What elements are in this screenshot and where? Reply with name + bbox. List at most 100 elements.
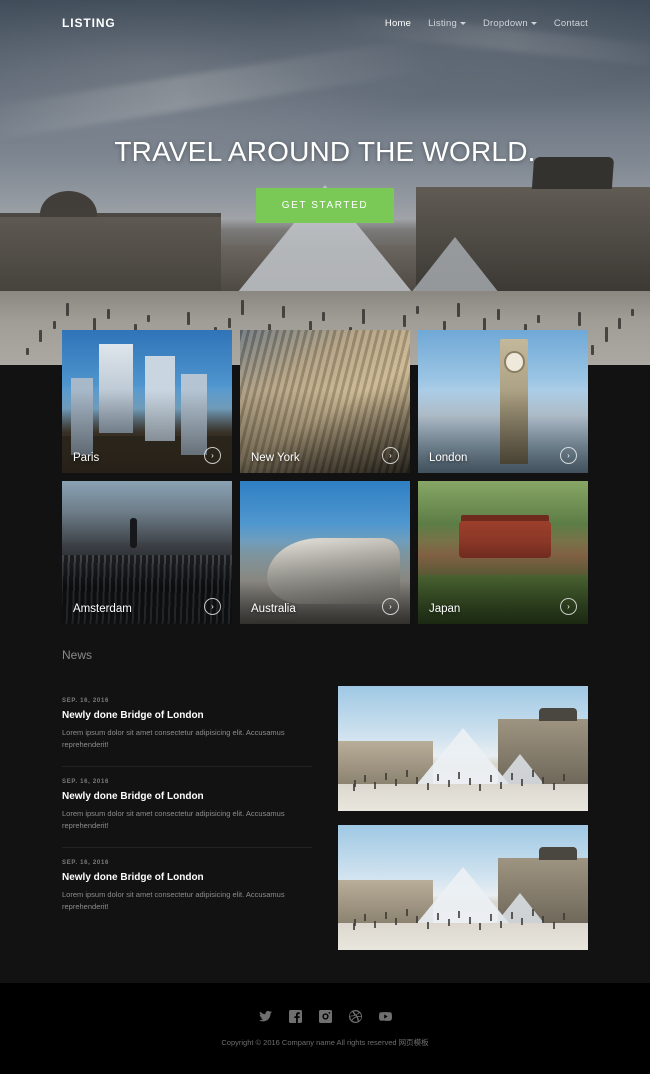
nav-link-home[interactable]: Home: [385, 18, 411, 29]
crowd-figure: [353, 919, 356, 927]
top-navigation: LISTING Home Listing Dropdown Contact: [0, 0, 650, 46]
copyright-text: Copyright © 2016 Company name All rights…: [221, 1037, 429, 1047]
crowd-figure: [521, 918, 523, 925]
news-heading: News: [62, 648, 93, 662]
crowd-figure: [437, 774, 439, 781]
crowd-figure: [374, 781, 376, 789]
arrow-right-icon[interactable]: ›: [204, 447, 221, 464]
hero-title: TRAVEL AROUND THE WORLD.: [114, 136, 536, 167]
crowd-figure: [542, 915, 544, 923]
crowd-figure: [384, 772, 387, 780]
news-item[interactable]: SEP. 16, 2016 Newly done Bridge of London…: [62, 848, 312, 928]
news-excerpt: Lorem ipsum dolor sit amet consectetur a…: [62, 728, 285, 750]
crowd-figure: [353, 780, 356, 788]
crowd-figure: [563, 774, 565, 781]
destination-card[interactable]: Amsterdam ›: [62, 481, 232, 624]
arrow-right-icon[interactable]: ›: [382, 598, 399, 615]
destination-card[interactable]: Japan ›: [418, 481, 588, 624]
crowd-figure: [395, 918, 397, 925]
chevron-down-icon: [530, 22, 537, 25]
news-images: [338, 686, 588, 950]
crowd-figure: [447, 780, 450, 788]
news-item[interactable]: SEP. 16, 2016 Newly done Bridge of London…: [62, 767, 312, 848]
crowd-figure: [374, 920, 376, 928]
crowd-figure: [521, 779, 523, 786]
twitter-icon[interactable]: [258, 1010, 272, 1023]
news-excerpt: Lorem ipsum dolor sit amet consectetur a…: [62, 889, 285, 911]
news-title[interactable]: Newly done Bridge of London: [62, 710, 312, 721]
crowd-figure: [405, 909, 408, 917]
crowd-figure: [531, 909, 534, 917]
chevron-down-icon: [459, 22, 466, 25]
hero-content: TRAVEL AROUND THE WORLD. GET STARTED: [0, 136, 650, 223]
news-excerpt: Lorem ipsum dolor sit amet consectetur a…: [62, 808, 285, 831]
site-footer: Copyright © 2016 Company name All rights…: [0, 983, 650, 1074]
louvre-small-pyramid: [495, 892, 544, 923]
nav-link-label: Contact: [553, 17, 588, 29]
crowd-figure: [510, 911, 513, 919]
news-item[interactable]: SEP. 16, 2016 Newly done Bridge of London…: [62, 686, 312, 767]
destination-gallery: Paris › New York › London › Amsterdam › Australi…: [0, 330, 650, 624]
destination-label: Australia: [251, 603, 296, 615]
crowd-figure: [479, 784, 481, 791]
crowd-figure: [542, 776, 544, 784]
crowd-figure: [384, 911, 387, 919]
nav-link-listing[interactable]: Listing: [428, 18, 466, 29]
crowd-figure: [447, 919, 450, 927]
news-title[interactable]: Newly done Bridge of London: [62, 872, 312, 883]
destination-label: Paris: [73, 452, 100, 464]
news-title[interactable]: Newly done Bridge of London: [62, 791, 312, 802]
destination-card[interactable]: Paris ›: [62, 330, 232, 473]
destination-label: Amsterdam: [73, 603, 132, 615]
news-section: News SEP. 16, 2016 Newly done Bridge of L…: [0, 648, 650, 950]
nav-link-label: Listing: [428, 17, 457, 29]
arrow-right-icon[interactable]: ›: [560, 447, 577, 464]
crowd-figure: [489, 914, 492, 922]
crowd-figure: [426, 921, 429, 929]
news-date: SEP. 16, 2016: [62, 778, 110, 785]
destination-label: Japan: [429, 603, 461, 615]
nav-link-contact[interactable]: Contact: [554, 18, 588, 29]
crowd-figure: [500, 781, 502, 789]
crowd-figure: [552, 782, 555, 790]
arrow-right-icon[interactable]: ›: [204, 598, 221, 615]
news-date: SEP. 16, 2016: [62, 859, 110, 866]
site-logo[interactable]: LISTING: [62, 16, 116, 30]
crowd-figure: [363, 775, 366, 783]
gallery-grid: Paris › New York › London › Amsterdam › Australi…: [62, 330, 588, 624]
nav-link-label: Dropdown: [482, 17, 528, 29]
louvre-small-pyramid: [495, 753, 544, 784]
destination-label: London: [429, 452, 468, 464]
destination-card[interactable]: New York ›: [240, 330, 410, 473]
louvre-photo: [338, 825, 588, 950]
social-links: [258, 1009, 392, 1023]
get-started-button[interactable]: GET STARTED: [255, 188, 395, 223]
crowd-figure: [416, 776, 418, 784]
nav-link-dropdown[interactable]: Dropdown: [483, 18, 537, 29]
news-list: SEP. 16, 2016 Newly done Bridge of London…: [62, 686, 312, 950]
arrow-right-icon[interactable]: ›: [382, 447, 399, 464]
destination-card[interactable]: Australia ›: [240, 481, 410, 624]
arrow-right-icon[interactable]: ›: [560, 598, 577, 615]
page-root: LISTING Home Listing Dropdown Contact TRAVE…: [0, 0, 650, 1074]
instagram-icon[interactable]: [318, 1009, 332, 1023]
louvre-photo: [338, 686, 588, 811]
nav-link-label: Home: [384, 17, 412, 29]
crowd-figure: [363, 914, 366, 922]
destination-card[interactable]: London ›: [418, 330, 588, 473]
youtube-icon[interactable]: [378, 1010, 392, 1023]
facebook-icon[interactable]: [288, 1009, 302, 1023]
crowd-figure: [479, 923, 481, 930]
crowd-figure: [531, 770, 534, 778]
crowd-figure: [416, 915, 418, 923]
crowd-figure: [563, 913, 565, 920]
nav-links: Home Listing Dropdown Contact: [385, 18, 588, 29]
news-image[interactable]: [338, 825, 588, 950]
news-body: SEP. 16, 2016 Newly done Bridge of London…: [62, 686, 588, 950]
dribbble-icon[interactable]: [348, 1009, 362, 1023]
crowd-figure: [405, 770, 408, 778]
crowd-figure: [510, 772, 513, 780]
news-image[interactable]: [338, 686, 588, 811]
crowd-figure: [458, 771, 460, 779]
crowd-figure: [458, 910, 460, 918]
